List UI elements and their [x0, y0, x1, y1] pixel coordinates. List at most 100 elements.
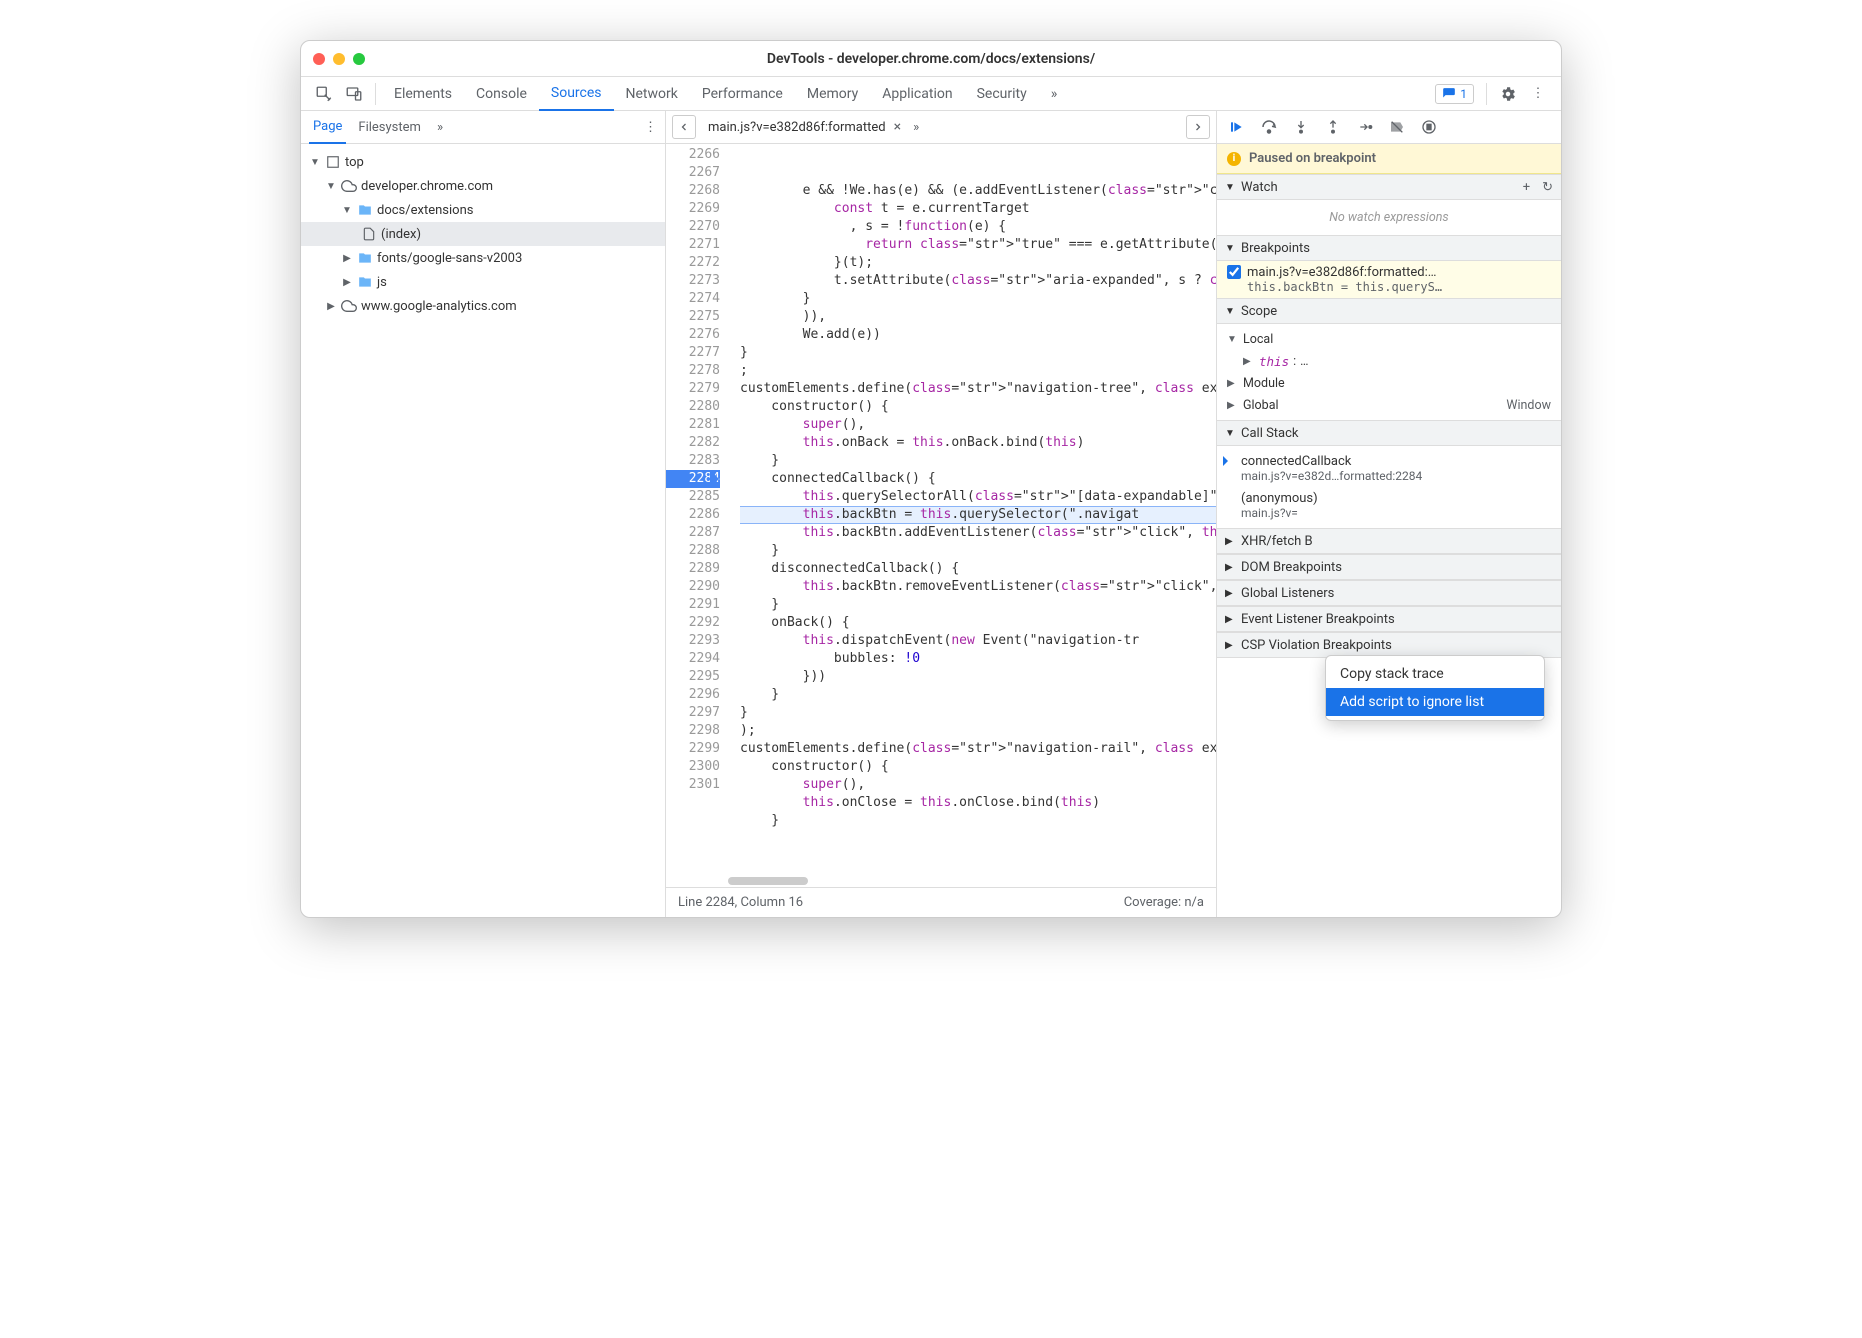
code-line[interactable]: this.onBack = this.onBack.bind(this)	[740, 434, 1216, 452]
line-number[interactable]: 2266	[666, 146, 720, 164]
line-number[interactable]: 2293	[666, 632, 720, 650]
line-number[interactable]: 2283	[666, 452, 720, 470]
scope-this[interactable]: ▶this: …	[1217, 350, 1561, 372]
line-number[interactable]: 2297	[666, 704, 720, 722]
tree-node-domain[interactable]: ▼ developer.chrome.com	[301, 174, 665, 198]
code-line[interactable]: super(),	[740, 416, 1216, 434]
scope-global[interactable]: ▶GlobalWindow	[1217, 394, 1561, 416]
code-line[interactable]: connectedCallback() {	[740, 470, 1216, 488]
callstack-frame[interactable]: (anonymous) main.js?v=	[1217, 487, 1561, 524]
line-number[interactable]: 2285	[666, 488, 720, 506]
code-line[interactable]: }	[740, 542, 1216, 560]
main-tab-performance[interactable]: Performance	[690, 77, 795, 111]
tree-node-folder-js[interactable]: ▶ js	[301, 270, 665, 294]
callstack-frame[interactable]: connectedCallback main.js?v=e382d…format…	[1217, 450, 1561, 487]
device-toolbar-icon[interactable]	[339, 79, 369, 109]
code-line[interactable]: customElements.define(class="str">"navig…	[740, 740, 1216, 758]
line-number[interactable]: 2300	[666, 758, 720, 776]
line-number[interactable]: 2291	[666, 596, 720, 614]
code-line[interactable]: this.backBtn.removeEventListener(class="…	[740, 578, 1216, 596]
sidebar-tab-page[interactable]: Page	[309, 111, 346, 144]
nav-forward-icon[interactable]	[1186, 115, 1210, 139]
line-number[interactable]: 2274	[666, 290, 720, 308]
step-over-icon[interactable]	[1259, 117, 1279, 137]
line-number[interactable]: 2287	[666, 524, 720, 542]
code-line[interactable]: this.dispatchEvent(new Event("navigation…	[740, 632, 1216, 650]
code-line[interactable]: , s = !function(e) {	[740, 218, 1216, 236]
scope-module[interactable]: ▶Module	[1217, 372, 1561, 394]
line-number[interactable]: 2299	[666, 740, 720, 758]
line-number[interactable]: 2298	[666, 722, 720, 740]
step-out-icon[interactable]	[1323, 117, 1343, 137]
code-line[interactable]: }	[740, 704, 1216, 722]
line-number[interactable]: 2273	[666, 272, 720, 290]
menu-add-ignore-list[interactable]: Add script to ignore list	[1326, 688, 1544, 716]
zoom-window-button[interactable]	[353, 53, 365, 65]
code-line[interactable]: }	[740, 686, 1216, 704]
code-line[interactable]: }	[740, 290, 1216, 308]
code-line[interactable]: disconnectedCallback() {	[740, 560, 1216, 578]
line-number[interactable]: 2296	[666, 686, 720, 704]
line-number[interactable]: 2290	[666, 578, 720, 596]
code-line[interactable]: e && !We.has(e) && (e.addEventListener(c…	[740, 182, 1216, 200]
add-watch-icon[interactable]: +	[1523, 180, 1530, 195]
code-line[interactable]: }(t);	[740, 254, 1216, 272]
sidebar-tab-filesystem[interactable]: Filesystem	[354, 111, 425, 144]
line-number[interactable]: 2275	[666, 308, 720, 326]
code-line[interactable]: );	[740, 722, 1216, 740]
step-into-icon[interactable]	[1291, 117, 1311, 137]
line-number[interactable]: 2280	[666, 398, 720, 416]
line-number[interactable]: 2294	[666, 650, 720, 668]
sidebar-more-icon[interactable]: ⋮	[644, 120, 657, 135]
sidebar-tab-overflow-icon[interactable]: »	[433, 111, 447, 144]
line-number[interactable]: 2282	[666, 434, 720, 452]
main-tab-memory[interactable]: Memory	[795, 77, 870, 111]
pause-on-exceptions-icon[interactable]	[1419, 117, 1439, 137]
minimize-window-button[interactable]	[333, 53, 345, 65]
menu-copy-stack-trace[interactable]: Copy stack trace	[1326, 660, 1544, 688]
section-callstack[interactable]: ▼ Call Stack	[1217, 420, 1561, 446]
line-number[interactable]: 2289	[666, 560, 720, 578]
code-line[interactable]: this.onClose = this.onClose.bind(this)	[740, 794, 1216, 812]
nav-back-icon[interactable]	[672, 115, 696, 139]
code-line[interactable]: constructor() {	[740, 758, 1216, 776]
main-tab-elements[interactable]: Elements	[382, 77, 464, 111]
code-line[interactable]: }))	[740, 668, 1216, 686]
breakpoint-item[interactable]: main.js?v=e382d86f:formatted:… this.back…	[1217, 261, 1561, 298]
code-line[interactable]: this.backBtn.addEventListener(class="str…	[740, 524, 1216, 542]
code-area[interactable]: 2266226722682269227022712272227322742275…	[666, 144, 1216, 887]
line-number[interactable]: 2278	[666, 362, 720, 380]
refresh-icon[interactable]: ↻	[1542, 180, 1553, 195]
line-number[interactable]: 2267	[666, 164, 720, 182]
code-content[interactable]: e && !We.has(e) && (e.addEventListener(c…	[728, 144, 1216, 887]
resume-icon[interactable]	[1227, 117, 1247, 137]
tree-node-index-file[interactable]: (index)	[301, 222, 665, 246]
scope-local[interactable]: ▼Local	[1217, 328, 1561, 350]
code-line[interactable]: }	[740, 344, 1216, 362]
tab-overflow-icon[interactable]: »	[1039, 77, 1070, 111]
code-line[interactable]: )),	[740, 308, 1216, 326]
tab-overflow-icon[interactable]: »	[913, 120, 919, 135]
line-number[interactable]: 2301	[666, 776, 720, 794]
section-dom-breakpoints[interactable]: ▶DOM Breakpoints	[1217, 554, 1561, 580]
line-number[interactable]: 2281	[666, 416, 720, 434]
main-tab-sources[interactable]: Sources	[539, 77, 614, 111]
more-icon[interactable]: ⋮	[1523, 79, 1553, 109]
line-number[interactable]: 2279	[666, 380, 720, 398]
messages-badge[interactable]: 1	[1435, 84, 1474, 104]
line-number[interactable]: 2269	[666, 200, 720, 218]
code-line[interactable]: const t = e.currentTarget	[740, 200, 1216, 218]
code-line[interactable]: t.setAttribute(class="str">"aria-expande…	[740, 272, 1216, 290]
editor-tab[interactable]: main.js?v=e382d86f:formatted ×	[702, 119, 907, 135]
inspect-element-icon[interactable]	[309, 79, 339, 109]
step-icon[interactable]	[1355, 117, 1375, 137]
tree-node-folder-docs[interactable]: ▼ docs/extensions	[301, 198, 665, 222]
line-number[interactable]: 2268	[666, 182, 720, 200]
deactivate-breakpoints-icon[interactable]	[1387, 117, 1407, 137]
code-line[interactable]: bubbles: !0	[740, 650, 1216, 668]
main-tab-console[interactable]: Console	[464, 77, 539, 111]
line-number[interactable]: 2271	[666, 236, 720, 254]
line-number[interactable]: 2284	[666, 470, 720, 488]
code-line[interactable]: onBack() {	[740, 614, 1216, 632]
horizontal-scrollbar[interactable]	[728, 877, 808, 885]
